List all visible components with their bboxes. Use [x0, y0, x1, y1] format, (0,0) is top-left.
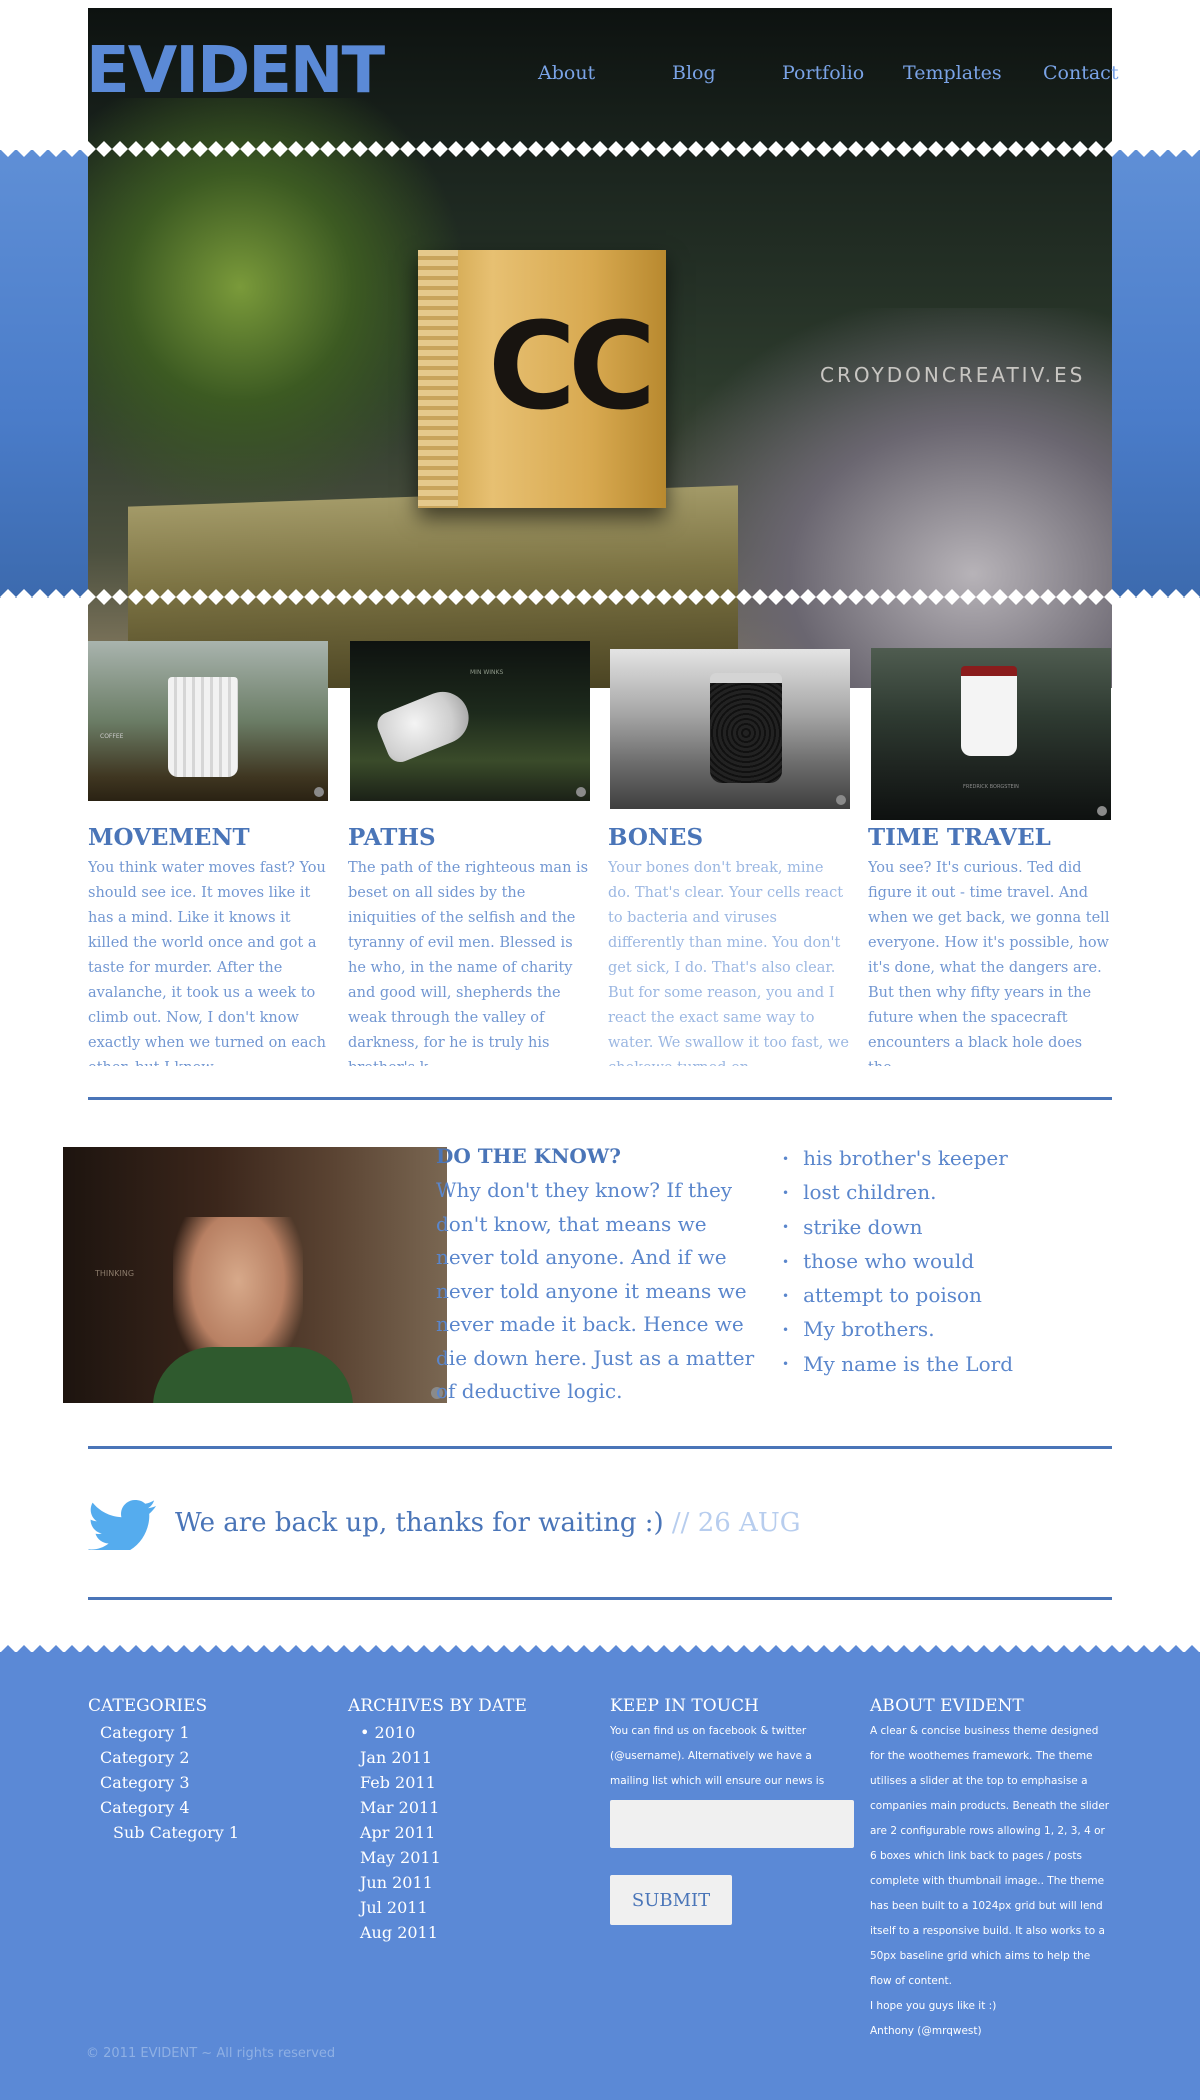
nav-contact[interactable]: Contact [1043, 62, 1118, 84]
coffee-cup-white [168, 677, 238, 777]
list-item: My name is the Lord [782, 1348, 1013, 1382]
nav-portfolio[interactable]: Portfolio [782, 62, 864, 84]
portrait-caption: THINKING [95, 1269, 135, 1278]
newsletter-email-input[interactable] [610, 1800, 854, 1848]
thumb-movement[interactable]: COFFEE [88, 641, 328, 801]
nav-templates[interactable]: Templates [903, 62, 1002, 84]
site-logo[interactable]: EVIDENT [86, 34, 385, 108]
know-body: Why don't they know? If they don't know,… [436, 1178, 755, 1403]
list-item: attempt to poison [782, 1279, 1013, 1313]
section-divider [88, 1097, 1112, 1100]
coffee-cup-red-lid [961, 666, 1017, 756]
archive-link[interactable]: Feb 2011 [360, 1770, 441, 1795]
section-divider [88, 1446, 1112, 1449]
nav-about[interactable]: About [538, 62, 595, 84]
section-divider [88, 1597, 1112, 1600]
coffee-cup-black [710, 673, 782, 783]
crushed-cup [373, 684, 477, 766]
col-title-bones[interactable]: BONES [608, 824, 703, 851]
know-list: his brother's keeper lost children. stri… [782, 1142, 1013, 1382]
archive-link[interactable]: Jul 2011 [360, 1895, 441, 1920]
twitter-bird-icon[interactable] [86, 1500, 160, 1550]
footer-archives-title: ARCHIVES BY DATE [348, 1696, 527, 1716]
footer-categories-list: Category 1 Category 2 Category 3 Categor… [100, 1720, 239, 1845]
thumb-indicator-dot [1097, 806, 1107, 816]
tweet-message: We are back up, thanks for waiting :) [175, 1508, 664, 1538]
footer-keep-title: KEEP IN TOUCH [610, 1696, 759, 1716]
list-item: lost children. [782, 1176, 1013, 1210]
list-item: his brother's keeper [782, 1142, 1013, 1176]
portrait-photo[interactable]: THINKING [63, 1147, 447, 1403]
archive-link[interactable]: Jun 2011 [360, 1870, 441, 1895]
category-link[interactable]: Category 2 [100, 1745, 239, 1770]
category-link[interactable]: Category 1 [100, 1720, 239, 1745]
left-blue-band [0, 150, 88, 598]
category-link[interactable]: Category 3 [100, 1770, 239, 1795]
archive-link[interactable]: Aug 2011 [360, 1920, 441, 1945]
nav-blog[interactable]: Blog [672, 62, 716, 84]
submit-button[interactable]: SUBMIT [610, 1875, 732, 1925]
col-text-bones: Your bones don't break, mine do. That's … [608, 860, 849, 1066]
list-item: those who would [782, 1245, 1013, 1279]
zigzag-border-top [0, 138, 1200, 160]
archive-link[interactable]: May 2011 [360, 1845, 441, 1870]
list-item: strike down [782, 1211, 1013, 1245]
archive-link[interactable]: Mar 2011 [360, 1795, 441, 1820]
subcategory-link[interactable]: Sub Category 1 [100, 1820, 239, 1845]
thumb-caption: FREDRICK BORGSTEIN [963, 784, 1019, 790]
col-title-time-travel[interactable]: TIME TRAVEL [868, 824, 1051, 851]
tweet-text: We are back up, thanks for waiting :) //… [175, 1508, 801, 1538]
archive-link[interactable]: Jan 2011 [360, 1745, 441, 1770]
thumb-time-travel[interactable]: FREDRICK BORGSTEIN [871, 648, 1111, 820]
thumb-indicator-dot [836, 795, 846, 805]
hero-block-text: CC [488, 298, 656, 437]
about-sign-line: I hope you guys like it :) [870, 2000, 997, 2012]
hero-plants [88, 98, 468, 518]
thumb-bones[interactable] [610, 649, 850, 809]
footer-archives-list: • 2010 Jan 2011 Feb 2011 Mar 2011 Apr 20… [360, 1720, 441, 1945]
archive-link[interactable]: Apr 2011 [360, 1820, 441, 1845]
footer-about-text: A clear & concise business theme designe… [870, 1719, 1112, 2044]
thumb-caption: COFFEE [100, 733, 124, 740]
col-text-movement: You think water moves fast? You should s… [88, 860, 326, 1066]
category-link[interactable]: Category 4 [100, 1795, 239, 1820]
footer-categories-title: CATEGORIES [88, 1696, 208, 1716]
right-blue-band [1112, 150, 1200, 598]
col-title-paths[interactable]: PATHS [348, 824, 436, 851]
thumb-caption: MIN WINKS [470, 669, 504, 676]
archive-year[interactable]: • 2010 [360, 1720, 441, 1745]
col-text-paths: The path of the righteous man is beset o… [348, 860, 589, 1066]
footer-about-title: ABOUT EVIDENT [870, 1696, 1024, 1716]
thumb-paths[interactable]: MIN WINKS [350, 641, 590, 801]
hero-block-edge [418, 250, 458, 508]
about-author: Anthony (@mrqwest) [870, 2025, 982, 2037]
col-title-movement[interactable]: MOVEMENT [88, 824, 250, 851]
hero-watermark: CROYDONCREATIV.ES [820, 363, 1086, 387]
thumb-indicator-dot [576, 787, 586, 797]
thumb-indicator-dot [314, 787, 324, 797]
about-paragraph: A clear & concise business theme designe… [870, 1725, 1110, 1987]
tweet-date: // 26 AUG [671, 1508, 801, 1538]
zigzag-border-bottom [0, 586, 1200, 608]
copyright: © 2011 EVIDENT ~ All rights reserved [86, 2046, 336, 2061]
col-text-time-travel: You see? It's curious. Ted did figure it… [868, 860, 1110, 1066]
list-item: My brothers. [782, 1313, 1013, 1347]
portrait-shirt [153, 1347, 353, 1403]
know-title: DO THE KNOW? [436, 1144, 621, 1168]
zigzag-border-footer [0, 1642, 1200, 1664]
